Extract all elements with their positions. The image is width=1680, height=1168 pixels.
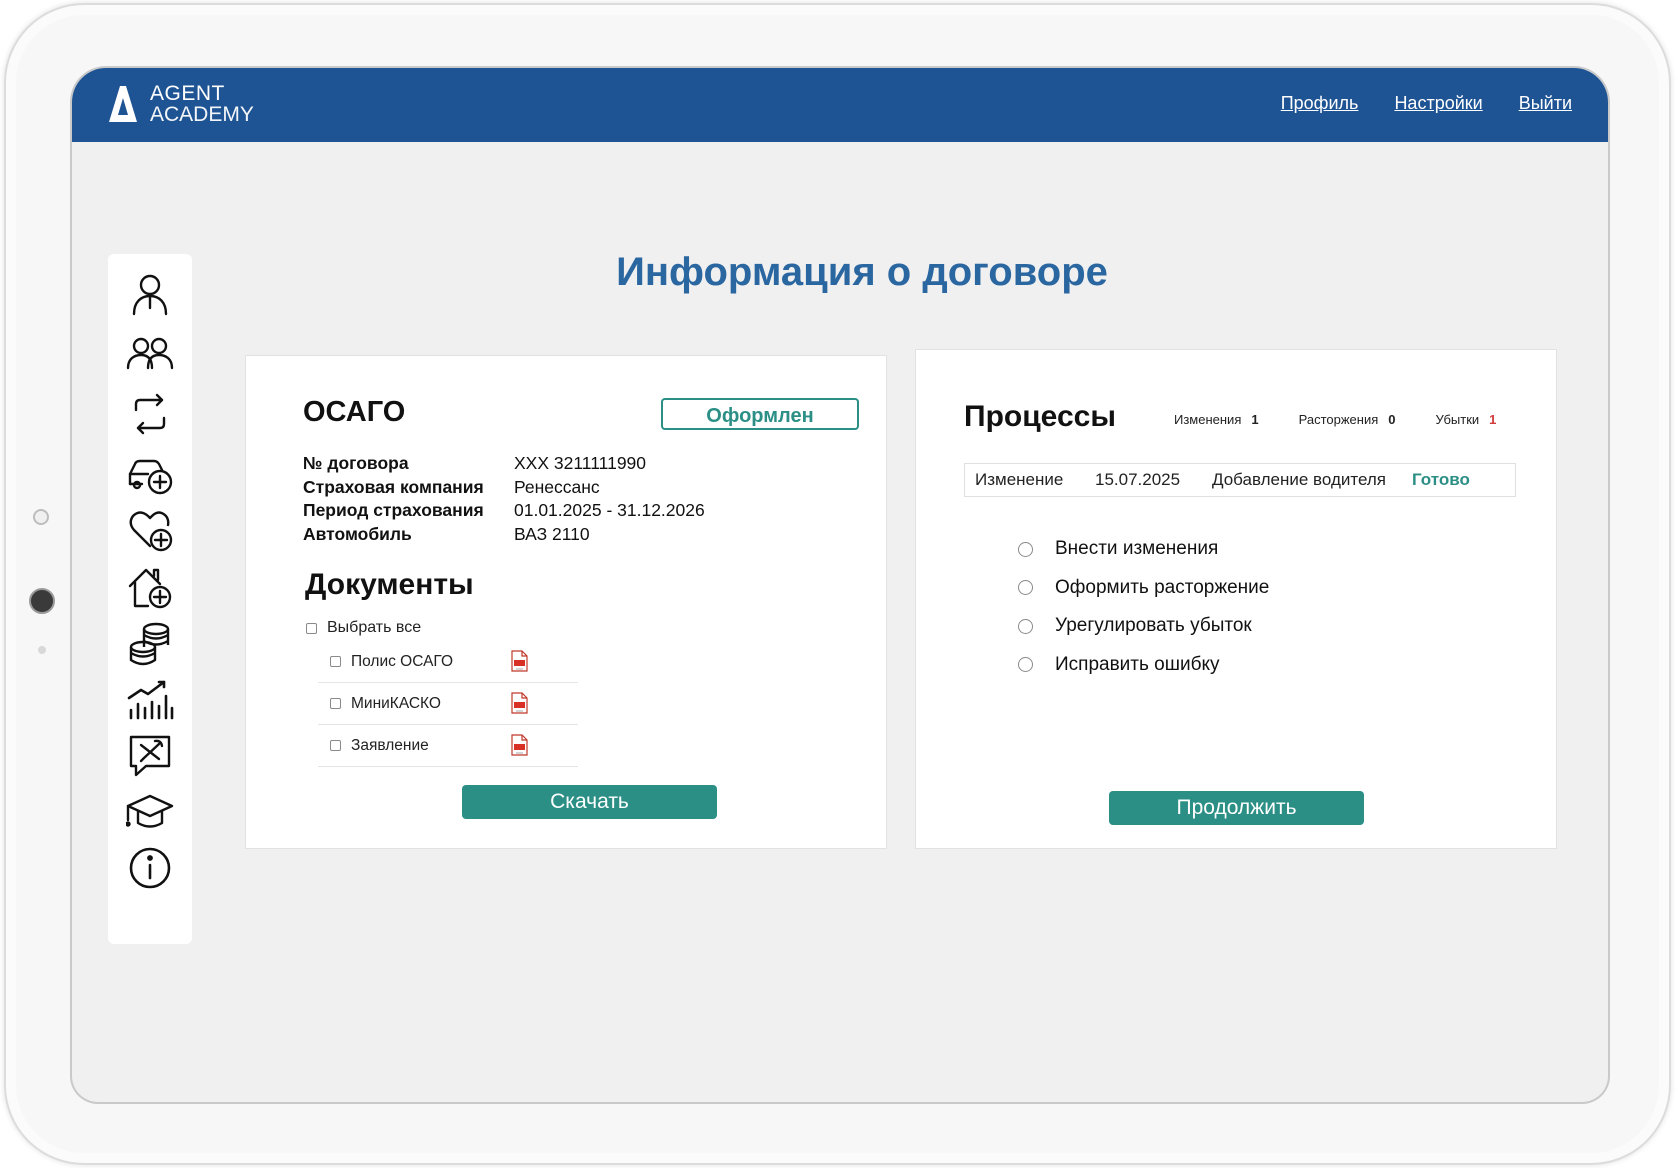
process-type: Изменение [975,470,1064,489]
heart-add-icon[interactable] [126,506,174,554]
option-settle-loss[interactable]: Урегулировать убыток [1018,607,1269,646]
document-name: Заявление [351,736,429,754]
logo-line2: ACADEMY [150,103,254,126]
logo-line1: AGENT [150,82,225,105]
process-counters: Изменения 1 Расторжения 0 Убытки 1 [1174,412,1536,427]
counter-losses: Убытки 1 [1436,412,1497,427]
list-item: Заявление [318,725,578,767]
car-add-icon[interactable] [126,450,174,498]
radio-button[interactable] [1018,541,1033,557]
info-value: 01.01.2025 - 31.12.2026 [514,500,705,520]
counter-changes: Изменения 1 [1174,412,1259,427]
sync-icon[interactable] [126,390,174,438]
option-label: Оформить расторжение [1055,576,1270,598]
option-label: Внести изменения [1055,538,1219,560]
process-options: Внести изменения Оформить расторжение Ур… [1018,530,1269,684]
processes-card: Процессы Изменения 1 Расторжения 0 Убытки 1… [915,349,1557,849]
people-icon[interactable] [126,330,174,378]
document-checkbox[interactable] [330,740,341,751]
documents-list: Полис ОСАГО МиниКАСКО Заявление [318,641,578,767]
counter-label: Расторжения [1298,412,1379,427]
pdf-icon[interactable] [511,650,528,672]
info-label: Страховая компания [303,476,484,497]
radio-button[interactable] [1018,657,1033,673]
sidebar [108,254,192,944]
page-title: Информация о договоре [616,250,1108,294]
camera-lens [29,588,55,614]
option-label: Урегулировать убыток [1055,615,1252,637]
graduation-cap-icon[interactable] [126,788,174,836]
counter-value: 1 [1251,412,1259,427]
document-name: Полис ОСАГО [351,652,454,670]
info-value: Ренессанс [514,476,600,497]
info-label: № договора [303,453,409,473]
pdf-icon[interactable] [511,692,528,714]
info-row: Автомобиль ВАЗ 2110 [303,524,705,548]
info-label: Автомобиль [303,523,412,544]
counter-value: 1 [1489,412,1497,427]
document-checkbox[interactable] [330,656,341,667]
option-make-changes[interactable]: Внести изменения [1018,530,1269,569]
info-value: ВАЗ 2110 [514,523,590,544]
nav-logout-link[interactable]: Выйти [1519,93,1572,114]
info-row: № договора XXX 3211111990 [303,453,705,477]
sensor-dot-small [38,646,46,654]
info-label: Период страхования [303,500,484,520]
counter-value: 0 [1388,412,1396,427]
chart-icon[interactable] [126,676,174,724]
radio-button[interactable] [1018,580,1033,596]
select-all-label: Выбрать все [327,619,422,636]
coins-icon[interactable] [126,620,174,668]
contract-info: № договора XXX 3211111990 Страховая комп… [303,453,705,547]
top-nav: Профиль Настройки Выйти [1281,93,1572,114]
download-button[interactable]: Скачать [462,785,717,819]
app-screen: AGENT ACADEMY Профиль Настройки Выйти Ин… [72,68,1608,1102]
pdf-icon[interactable] [511,734,528,756]
sensor-dot [33,509,49,525]
process-date: 15.07.2025 [1095,470,1181,489]
home-add-icon[interactable] [126,564,174,612]
nav-profile-link[interactable]: Профиль [1281,93,1359,114]
info-icon[interactable] [126,844,174,892]
info-row: Период страхования 01.01.2025 - 31.12.20… [303,500,705,524]
nav-settings-link[interactable]: Настройки [1394,93,1482,114]
counter-label: Убытки [1435,412,1480,427]
product-title: ОСАГО [303,396,406,428]
counter-terminations: Расторжения 0 [1299,412,1396,427]
document-checkbox[interactable] [330,698,341,709]
logo[interactable]: AGENT ACADEMY [106,83,254,125]
logo-delta-icon [109,86,137,122]
status-badge: Оформлен [661,398,859,430]
radio-button[interactable] [1018,618,1033,634]
processes-title: Процессы [964,400,1116,433]
select-all[interactable]: Выбрать все [306,619,421,637]
option-fix-error[interactable]: Исправить ошибку [1018,646,1269,685]
list-item: МиниКАСКО [318,683,578,725]
process-row[interactable]: Изменение 15.07.2025 Добавление водителя… [964,463,1516,497]
info-row: Страховая компания Ренессанс [303,477,705,501]
list-item: Полис ОСАГО [318,641,578,683]
top-bar: AGENT ACADEMY Профиль Настройки Выйти [72,68,1608,142]
option-label: Исправить ошибку [1055,653,1220,675]
info-value: XXX 3211111990 [514,453,647,473]
process-description: Добавление водителя [1212,470,1386,489]
select-all-checkbox[interactable] [306,622,317,634]
continue-button[interactable]: Продолжить [1109,791,1364,825]
contract-card: ОСАГО Оформлен № договора XXX 3211111990… [245,355,887,849]
document-name: МиниКАСКО [351,694,441,712]
documents-title: Документы [305,568,474,601]
option-terminate[interactable]: Оформить расторжение [1018,569,1269,608]
tools-chat-icon[interactable] [126,732,174,780]
counter-label: Изменения [1174,412,1242,427]
process-status: Готово [1412,470,1470,489]
